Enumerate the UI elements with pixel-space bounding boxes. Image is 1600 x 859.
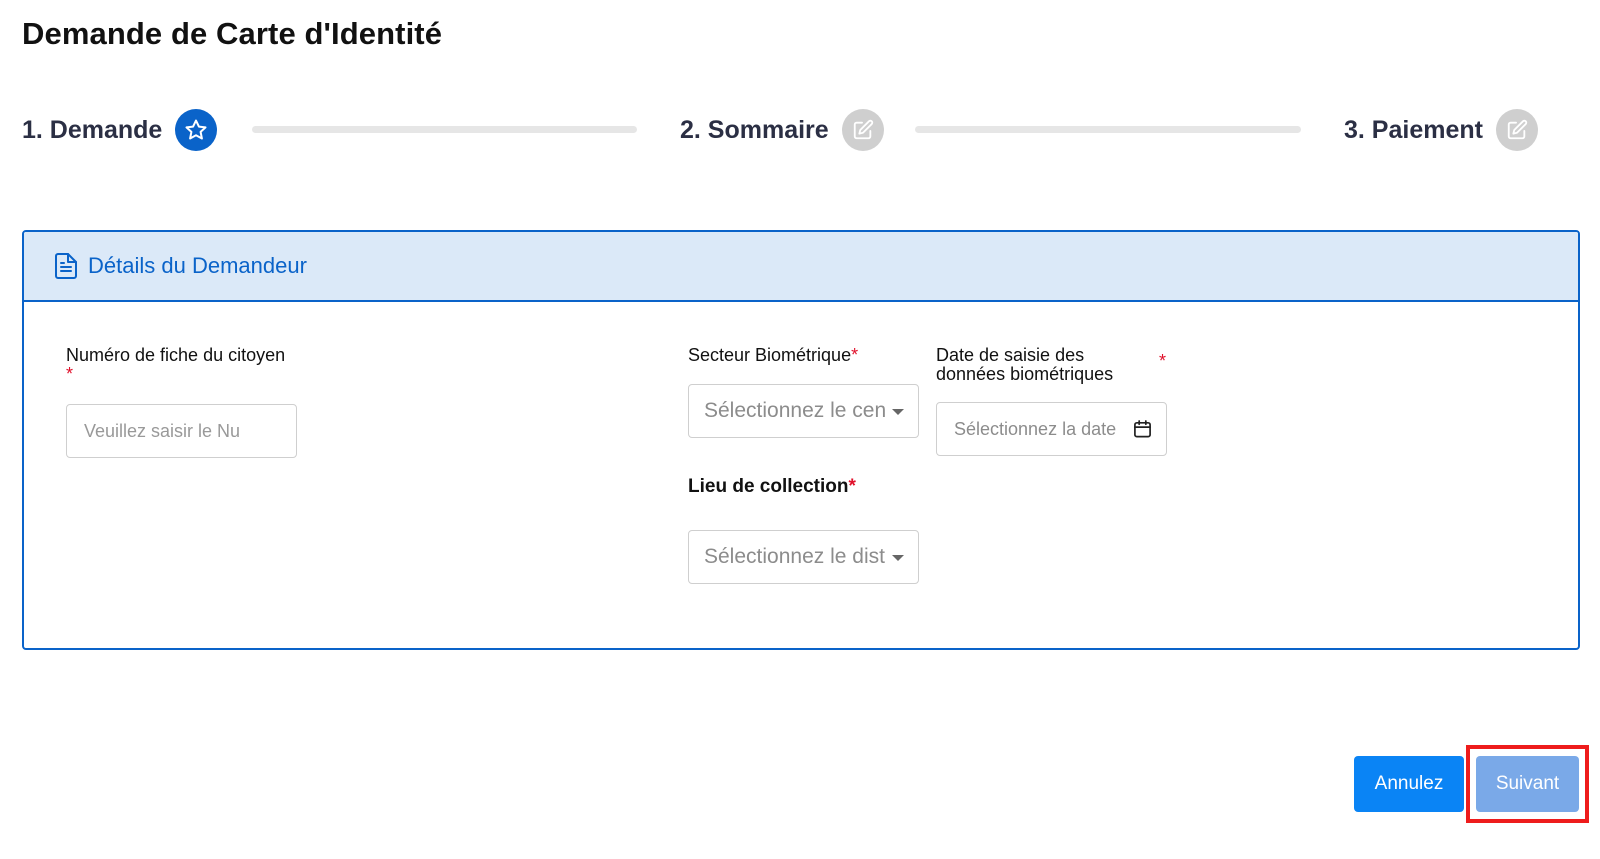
required-mark: * <box>851 345 859 365</box>
caret-down-icon <box>892 555 904 561</box>
select-placeholder: Sélectionnez le district <box>704 545 886 568</box>
star-icon <box>175 109 218 151</box>
biometric-sector-label: Secteur Biométrique* <box>688 346 858 365</box>
calendar-icon <box>1134 420 1151 438</box>
collection-place-label: Lieu de collection* <box>688 477 856 496</box>
step-label: 3. Paiement <box>1344 115 1483 144</box>
stepper: 1. Demande 2. Sommaire 3. Paiement <box>22 108 1580 152</box>
card-header: Détails du Demandeur <box>24 232 1578 302</box>
required-mark: * <box>66 364 74 384</box>
collection-place-label-text: Lieu de collection <box>688 476 849 497</box>
required-mark: * <box>848 476 856 497</box>
biometric-date-label: Date de saisie des données biométriques <box>936 346 1113 384</box>
biometric-date-picker[interactable]: Sélectionnez la date <box>936 402 1167 456</box>
applicant-details-card: Détails du Demandeur Numéro de fiche du … <box>22 230 1580 650</box>
biometric-sector-select[interactable]: Sélectionnez le centre <box>688 384 919 438</box>
step-connector <box>915 126 1301 133</box>
citizen-number-input[interactable] <box>66 404 297 458</box>
select-placeholder: Sélectionnez le centre <box>704 399 886 422</box>
date-placeholder: Sélectionnez la date <box>954 418 1117 439</box>
citizen-number-label-text: Numéro de fiche du citoyen <box>66 345 286 365</box>
step-label: 2. Sommaire <box>680 115 829 144</box>
step-paiement[interactable]: 3. Paiement <box>1344 108 1538 152</box>
biometric-date-label-line1: Date de saisie des <box>936 345 1085 365</box>
step-sommaire[interactable]: 2. Sommaire <box>680 108 884 152</box>
document-icon <box>55 253 77 279</box>
next-button-highlight <box>1466 745 1589 823</box>
card-title: Détails du Demandeur <box>88 253 307 278</box>
citizen-number-label: Numéro de fiche du citoyen * <box>66 346 285 384</box>
biometric-date-label-line2: données biométriques <box>936 364 1114 384</box>
cancel-button[interactable]: Annulez <box>1354 756 1464 812</box>
edit-icon <box>1495 109 1538 151</box>
step-connector <box>252 126 637 133</box>
page-title: Demande de Carte d'Identité <box>22 16 443 51</box>
caret-down-icon <box>892 409 904 415</box>
required-mark: * <box>1159 351 1167 371</box>
biometric-sector-label-text: Secteur Biométrique <box>688 345 852 365</box>
step-label: 1. Demande <box>22 115 163 144</box>
edit-icon <box>841 109 884 151</box>
step-demande[interactable]: 1. Demande <box>22 108 218 152</box>
collection-place-select[interactable]: Sélectionnez le district <box>688 530 919 584</box>
